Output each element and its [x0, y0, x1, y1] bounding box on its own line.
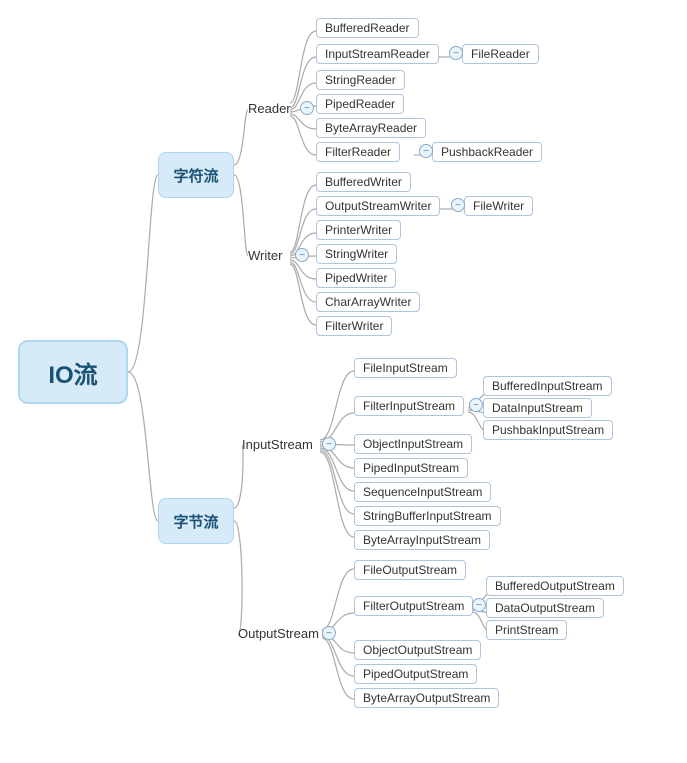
leaf-pushbakinputstream: PushbakInputStream [483, 420, 613, 440]
l2-reader: Reader [248, 101, 291, 116]
writer-collapse-icon[interactable]: − [295, 248, 309, 262]
leaf-inputstreamreader: InputStreamReader [316, 44, 439, 64]
leaf-filterreader: FilterReader [316, 142, 400, 162]
leaf-stringreader: StringReader [316, 70, 405, 90]
leaf-dataoutputstream: DataOutputStream [486, 598, 604, 618]
leaf-filereader: FileReader [462, 44, 539, 64]
l2-outputstream: OutputStream [238, 626, 319, 641]
reader-collapse-icon[interactable]: − [300, 101, 314, 115]
root-node: IO流 [18, 340, 128, 404]
leaf-bufferedoutputstream: BufferedOutputStream [486, 576, 624, 596]
inputstreamreader-collapse-icon[interactable]: − [449, 46, 463, 60]
leaf-filewriter: FileWriter [464, 196, 533, 216]
l1-byte-node: 字节流 [158, 498, 234, 544]
l2-inputstream: InputStream [242, 437, 313, 452]
leaf-objectinputstream: ObjectInputStream [354, 434, 472, 454]
leaf-pipedoutputstream: PipedOutputStream [354, 664, 477, 684]
outputstreamwriter-collapse-icon[interactable]: − [451, 198, 465, 212]
leaf-printstream: PrintStream [486, 620, 567, 640]
leaf-filterwriter: FilterWriter [316, 316, 392, 336]
leaf-chararraywriter: CharArrayWriter [316, 292, 420, 312]
leaf-buffered-reader: BufferedReader [316, 18, 419, 38]
outputstream-collapse-icon[interactable]: − [322, 626, 336, 640]
leaf-bytearrayoutputstream: ByteArrayOutputStream [354, 688, 499, 708]
filterreader-collapse-icon[interactable]: − [419, 144, 433, 158]
leaf-bufferedwriter: BufferedWriter [316, 172, 411, 192]
leaf-filteroutputstream: FilterOutputStream [354, 596, 473, 616]
leaf-stringbufferinputstream: StringBufferInputStream [354, 506, 501, 526]
leaf-pushbackreader: PushbackReader [432, 142, 542, 162]
leaf-pipedinputstream: PipedInputStream [354, 458, 468, 478]
filterinputstream-collapse-icon[interactable]: − [469, 398, 483, 412]
filteroutputstream-collapse-icon[interactable]: − [472, 598, 486, 612]
l1-char-node: 字符流 [158, 152, 234, 198]
leaf-bytearrayinputstream: ByteArrayInputStream [354, 530, 490, 550]
leaf-objectoutputstream: ObjectOutputStream [354, 640, 481, 660]
leaf-printerwriter: PrinterWriter [316, 220, 401, 240]
leaf-fileoutputstream: FileOutputStream [354, 560, 466, 580]
leaf-filterinputstream: FilterInputStream [354, 396, 464, 416]
leaf-pipedwriter: PipedWriter [316, 268, 396, 288]
leaf-stringwriter: StringWriter [316, 244, 397, 264]
leaf-fileinputstream: FileInputStream [354, 358, 457, 378]
leaf-pipedreader: PipedReader [316, 94, 404, 114]
inputstream-collapse-icon[interactable]: − [322, 437, 336, 451]
leaf-bytearrayreader: ByteArrayReader [316, 118, 426, 138]
leaf-bufferedinputstream: BufferedInputStream [483, 376, 612, 396]
mind-map: IO流 字符流 字节流 Reader − Writer − InputStrea… [0, 0, 687, 763]
leaf-datainputstream: DataInputStream [483, 398, 592, 418]
l2-writer: Writer [248, 248, 282, 263]
leaf-sequenceinputstream: SequenceInputStream [354, 482, 491, 502]
leaf-outputstreamwriter: OutputStreamWriter [316, 196, 440, 216]
